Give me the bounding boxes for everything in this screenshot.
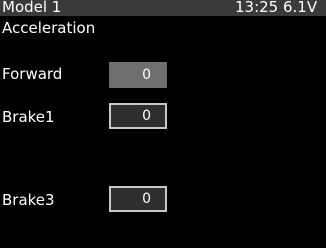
brake3-value-field[interactable]: 0 — [109, 186, 167, 212]
page-title: Acceleration — [2, 19, 96, 37]
time-voltage-readout: 13:25 6.1V — [235, 0, 318, 16]
brake1-value-field[interactable]: 0 — [109, 103, 167, 129]
status-bar: Model 1 13:25 6.1V — [0, 0, 326, 16]
brake1-label: Brake1 — [2, 108, 55, 126]
forward-label: Forward — [2, 65, 63, 83]
forward-value-field[interactable]: 0 — [109, 62, 167, 88]
brake3-label: Brake3 — [2, 191, 55, 209]
model-name: Model 1 — [2, 0, 62, 16]
